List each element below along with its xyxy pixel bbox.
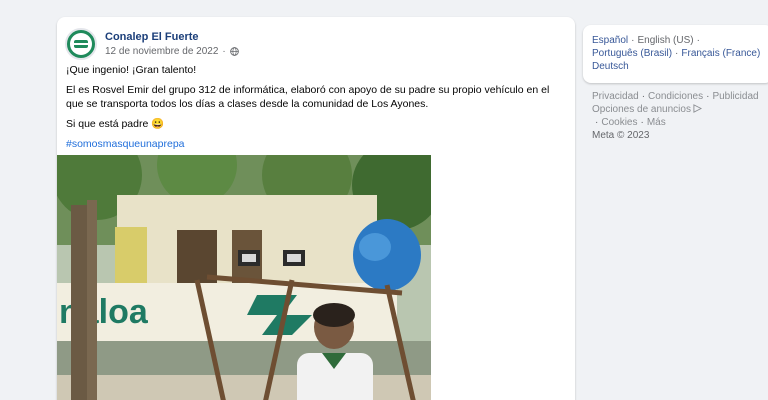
language-selector: Español · English (US) · Português (Brasil)… <box>583 25 768 83</box>
photo-scene: naloa <box>57 155 431 400</box>
post-date[interactable]: 12 de noviembre de 2022 <box>105 45 218 59</box>
language-option-2[interactable]: English (US) <box>637 35 693 46</box>
hashtag-link[interactable]: #somosmasqueunaprepa <box>66 138 185 150</box>
footer-separator: · <box>595 117 599 128</box>
language-option-1[interactable]: Español <box>592 35 628 46</box>
language-option-4[interactable]: Français (France) <box>681 48 760 59</box>
footer-link-advertising[interactable]: Publicidad <box>712 91 758 102</box>
footer-link-cookies[interactable]: Cookies <box>601 117 637 128</box>
footer-link-terms[interactable]: Condiciones <box>648 91 703 102</box>
footer-links: Privacidad · Condiciones · Publicidad Opcion… <box>592 90 768 142</box>
language-option-5[interactable]: Deutsch <box>592 61 629 72</box>
page-name-link[interactable]: Conalep El Fuerte <box>105 30 239 44</box>
post-text-line3: Si que está padre 😀 <box>66 118 165 130</box>
footer-link-more[interactable]: Más <box>647 117 666 128</box>
copyright-text: Meta © 2023 <box>592 130 650 141</box>
meta-separator: · <box>222 45 226 57</box>
globe-icon[interactable] <box>229 47 239 56</box>
footer-link-privacy[interactable]: Privacidad <box>592 91 639 102</box>
post-text-line1: ¡Que ingenio! ¡Gran talento! <box>66 64 197 76</box>
conalep-logo-icon <box>70 33 92 55</box>
post-photo[interactable]: naloa <box>57 155 431 400</box>
ad-choices-icon[interactable] <box>693 104 703 113</box>
footer-separator: · <box>641 91 646 102</box>
post-body: ¡Que ingenio! ¡Gran talento! El es Rosve… <box>66 63 566 157</box>
lang-separator: · <box>696 35 700 46</box>
post-header-text: Conalep El Fuerte 12 de noviembre de 202… <box>105 30 239 59</box>
lang-separator: · <box>631 35 635 46</box>
footer-separator: · <box>640 117 644 128</box>
post-meta: 12 de noviembre de 2022 · <box>105 45 239 59</box>
post-header: Conalep El Fuerte 12 de noviembre de 202… <box>65 26 239 62</box>
lang-separator: · <box>675 48 679 59</box>
footer-link-ad-choices[interactable]: Opciones de anuncios <box>592 104 691 115</box>
post-text-line2: El es Rosvel Emir del grupo 312 de infor… <box>66 84 550 110</box>
footer-separator: · <box>706 91 710 102</box>
language-option-3[interactable]: Português (Brasil) <box>592 48 672 59</box>
page-avatar[interactable] <box>65 28 97 60</box>
post-card: Conalep El Fuerte 12 de noviembre de 202… <box>57 17 575 400</box>
